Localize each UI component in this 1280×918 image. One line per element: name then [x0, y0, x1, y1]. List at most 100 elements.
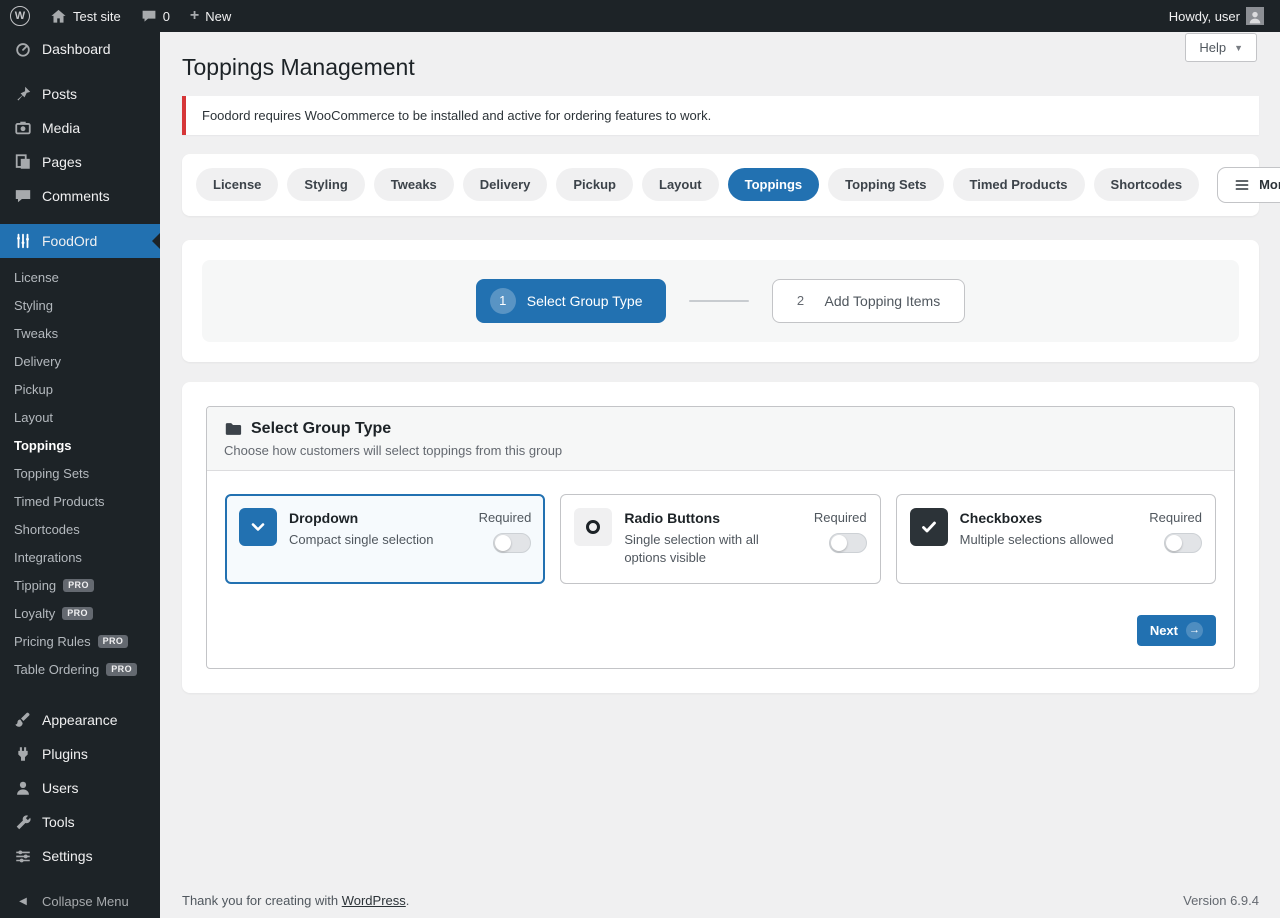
- sidebar-item-dashboard[interactable]: Dashboard: [0, 32, 160, 66]
- pro-badge: PRO: [63, 579, 94, 592]
- group-type-heading: Select Group Type: [251, 420, 391, 438]
- sidebar-item-media[interactable]: Media: [0, 111, 160, 145]
- tab-toppings[interactable]: Toppings: [728, 168, 820, 201]
- submenu-item-delivery[interactable]: Delivery: [0, 347, 160, 375]
- wrench-icon: [13, 812, 33, 832]
- tab-shortcodes[interactable]: Shortcodes: [1094, 168, 1200, 201]
- menu-separator: [0, 66, 160, 77]
- sidebar-item-posts[interactable]: Posts: [0, 77, 160, 111]
- required-label: Required: [1149, 510, 1202, 525]
- submenu-item-timed-products[interactable]: Timed Products: [0, 487, 160, 515]
- help-button[interactable]: Help ▼: [1185, 33, 1257, 62]
- required-toggle-checkboxes[interactable]: [1164, 533, 1202, 553]
- sidebar-item-label: Tools: [42, 814, 75, 830]
- sidebar-item-label: Posts: [42, 86, 77, 102]
- sidebar-item-appearance[interactable]: Appearance: [0, 703, 160, 737]
- sidebar-item-label: Plugins: [42, 746, 88, 762]
- stepper-card: 1 Select Group Type 2 Add Topping Items: [182, 240, 1259, 362]
- required-toggle-radio-buttons[interactable]: [829, 533, 867, 553]
- stepper: 1 Select Group Type 2 Add Topping Items: [202, 260, 1239, 342]
- page-title: Toppings Management: [182, 32, 1259, 83]
- option-card-dropdown[interactable]: Dropdown Compact single selection Requir…: [225, 494, 545, 584]
- option-title: Dropdown: [289, 510, 467, 526]
- help-label: Help: [1199, 40, 1226, 55]
- folder-icon: [224, 420, 242, 438]
- submenu-item-pickup[interactable]: Pickup: [0, 375, 160, 403]
- submenu-item-layout[interactable]: Layout: [0, 403, 160, 431]
- plug-icon: [13, 744, 33, 764]
- tab-tweaks[interactable]: Tweaks: [374, 168, 454, 201]
- sidebar-item-users[interactable]: Users: [0, 771, 160, 805]
- main-content: Help ▼ Toppings Management Foodord requi…: [160, 32, 1280, 918]
- submenu-item-loyalty[interactable]: Loyalty PRO: [0, 599, 160, 627]
- tab-delivery[interactable]: Delivery: [463, 168, 548, 201]
- tab-styling[interactable]: Styling: [287, 168, 364, 201]
- sidebar-item-settings[interactable]: Settings: [0, 839, 160, 873]
- submenu-item-license[interactable]: License: [0, 263, 160, 291]
- more-tabs-button[interactable]: More: [1217, 167, 1280, 203]
- toggle-knob: [831, 535, 847, 551]
- pro-badge: PRO: [106, 663, 137, 676]
- sidebar-item-foodord[interactable]: FoodOrd: [0, 224, 160, 258]
- new-content-link[interactable]: + New: [180, 0, 241, 32]
- tab-timed-products[interactable]: Timed Products: [953, 168, 1085, 201]
- option-title: Radio Buttons: [624, 510, 802, 526]
- woocommerce-notice: Foodord requires WooCommerce to be insta…: [182, 96, 1259, 135]
- group-type-card: Select Group Type Choose how customers w…: [182, 382, 1259, 693]
- submenu-item-tipping[interactable]: Tipping PRO: [0, 571, 160, 599]
- tab-bar: License Styling Tweaks Delivery Pickup L…: [182, 154, 1259, 216]
- wordpress-menu[interactable]: W: [0, 0, 40, 32]
- required-label: Required: [479, 510, 532, 525]
- required-label: Required: [814, 510, 867, 525]
- submenu-item-pricing-rules[interactable]: Pricing Rules PRO: [0, 627, 160, 655]
- submenu-item-table-ordering[interactable]: Table Ordering PRO: [0, 655, 160, 683]
- step-1-label: Select Group Type: [527, 293, 643, 309]
- option-description: Multiple selections allowed: [960, 531, 1138, 549]
- submenu-item-shortcodes[interactable]: Shortcodes: [0, 515, 160, 543]
- howdy-label: Howdy, user: [1169, 9, 1240, 24]
- tab-pickup[interactable]: Pickup: [556, 168, 633, 201]
- pages-icon: [13, 152, 33, 172]
- step-2-label: Add Topping Items: [824, 293, 940, 309]
- required-toggle-dropdown[interactable]: [493, 533, 531, 553]
- option-card-checkboxes[interactable]: Checkboxes Multiple selections allowed R…: [896, 494, 1216, 584]
- sidebar-item-label: Settings: [42, 848, 93, 864]
- brush-icon: [13, 710, 33, 730]
- tab-license[interactable]: License: [196, 168, 278, 201]
- step-1-select-group-type[interactable]: 1 Select Group Type: [476, 279, 667, 323]
- step-2-add-topping-items[interactable]: 2 Add Topping Items: [772, 279, 965, 323]
- submenu-item-integrations[interactable]: Integrations: [0, 543, 160, 571]
- collapse-menu-label: Collapse Menu: [42, 894, 129, 909]
- collapse-menu-button[interactable]: ◀ Collapse Menu: [0, 884, 160, 918]
- sidebar-item-label: Appearance: [42, 712, 118, 728]
- footer-thanks: Thank you for creating with WordPress.: [182, 893, 409, 908]
- sidebar-item-pages[interactable]: Pages: [0, 145, 160, 179]
- tab-topping-sets[interactable]: Topping Sets: [828, 168, 943, 201]
- sidebar-item-plugins[interactable]: Plugins: [0, 737, 160, 771]
- submenu-item-toppings[interactable]: Toppings: [0, 431, 160, 459]
- tab-layout[interactable]: Layout: [642, 168, 719, 201]
- option-card-radio-buttons[interactable]: Radio Buttons Single selection with all …: [560, 494, 880, 584]
- menu-separator: [0, 213, 160, 224]
- wordpress-link[interactable]: WordPress: [342, 893, 406, 908]
- user-icon: [13, 778, 33, 798]
- site-name-link[interactable]: Test site: [40, 0, 131, 32]
- sidebar-item-comments[interactable]: Comments: [0, 179, 160, 213]
- my-account-link[interactable]: Howdy, user: [1159, 0, 1274, 32]
- submenu-item-topping-sets[interactable]: Topping Sets: [0, 459, 160, 487]
- dashboard-icon: [13, 39, 33, 59]
- step-1-number: 1: [490, 288, 516, 314]
- submenu-item-styling[interactable]: Styling: [0, 291, 160, 319]
- sidebar-item-tools[interactable]: Tools: [0, 805, 160, 839]
- option-description: Compact single selection: [289, 531, 467, 549]
- comment-bubble-icon: [141, 8, 157, 24]
- next-row: Next →: [207, 584, 1234, 668]
- submenu-item-tweaks[interactable]: Tweaks: [0, 319, 160, 347]
- more-label: More: [1259, 177, 1280, 192]
- next-button[interactable]: Next →: [1137, 615, 1216, 646]
- sidebar-item-label: Comments: [42, 188, 110, 204]
- footer: Thank you for creating with WordPress. V…: [182, 893, 1259, 908]
- option-description: Single selection with all options visibl…: [624, 531, 802, 567]
- comments-link[interactable]: 0: [131, 0, 180, 32]
- sidebar-item-label: Dashboard: [42, 41, 111, 57]
